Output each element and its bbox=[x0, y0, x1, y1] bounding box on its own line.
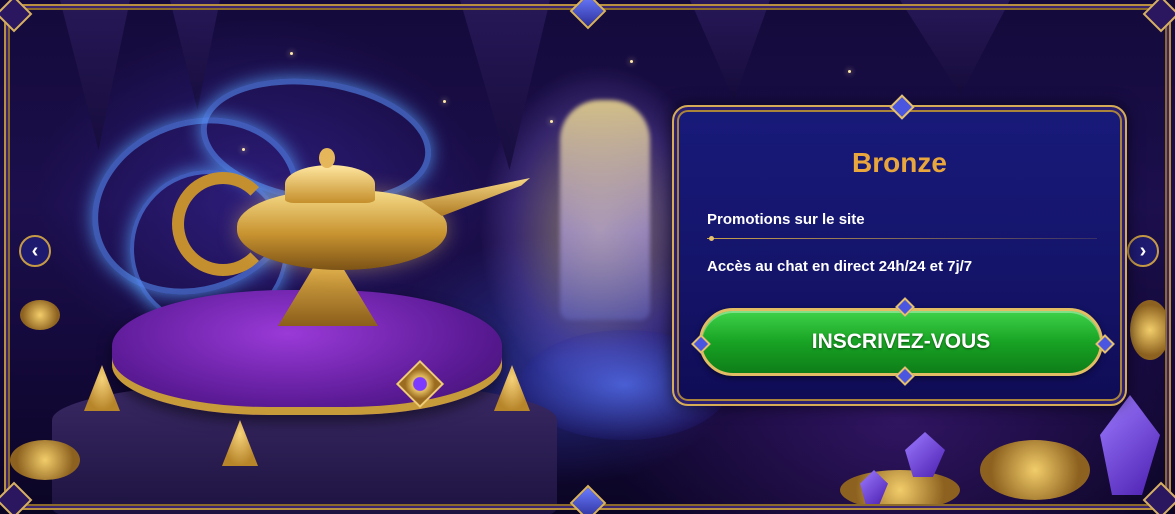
gold-coins bbox=[840, 470, 960, 510]
cave-stalactite bbox=[900, 0, 1010, 95]
sparkle bbox=[630, 60, 633, 63]
sparkle bbox=[443, 100, 446, 103]
cave-waterfall bbox=[560, 100, 650, 320]
tier-card: Bronze Promotions sur le site Accès au c… bbox=[672, 94, 1127, 406]
gold-coins bbox=[1130, 300, 1170, 360]
frame-gem-top bbox=[569, 0, 607, 30]
signup-button[interactable]: INSCRIVEZ-VOUS bbox=[699, 308, 1103, 376]
sparkle bbox=[242, 148, 245, 151]
divider-dot bbox=[709, 236, 714, 241]
previous-slide-button[interactable]: ‹ bbox=[19, 235, 51, 267]
cave-stalactite bbox=[690, 0, 770, 100]
perk-item: Accès au chat en direct 24h/24 et 7j/7 bbox=[707, 258, 973, 275]
frame-corner-ornament bbox=[1142, 481, 1175, 514]
perk-item: Promotions sur le site bbox=[707, 211, 865, 228]
cave-stalactite bbox=[170, 0, 220, 110]
frame-gem-bottom bbox=[569, 484, 607, 514]
gold-coins bbox=[980, 440, 1090, 500]
purple-crystal bbox=[905, 432, 945, 477]
lamp-knob bbox=[319, 148, 335, 168]
frame-corner-ornament bbox=[0, 481, 33, 514]
frame-corner-ornament bbox=[1142, 0, 1175, 33]
cave-stalactite bbox=[460, 0, 550, 170]
tier-title: Bronze bbox=[852, 147, 947, 178]
lamp-spout bbox=[420, 178, 530, 216]
card-gem-ornament bbox=[889, 94, 915, 120]
next-slide-button[interactable]: › bbox=[1127, 235, 1159, 267]
sparkle bbox=[290, 52, 293, 55]
chevron-right-icon: › bbox=[1139, 239, 1147, 262]
cave-stalactite bbox=[60, 0, 130, 150]
tier-banner: ‹ › Bronze Promotions sur le site Accès … bbox=[0, 0, 1175, 514]
perk-divider bbox=[707, 238, 1097, 239]
sparkle bbox=[848, 70, 851, 73]
frame-corner-ornament bbox=[0, 0, 33, 33]
lamp-lid bbox=[285, 165, 375, 203]
gold-coins bbox=[20, 300, 60, 330]
gold-coins bbox=[10, 440, 80, 480]
purple-crystal bbox=[1100, 395, 1160, 495]
sparkle bbox=[550, 120, 553, 123]
chevron-left-icon: ‹ bbox=[31, 239, 39, 262]
